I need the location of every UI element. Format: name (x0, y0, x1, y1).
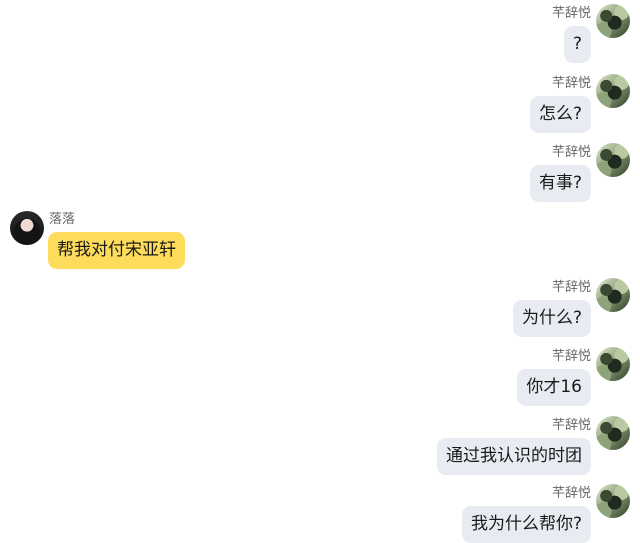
message-bubble[interactable]: 你才16 (517, 369, 591, 406)
user-avatar-icon[interactable] (596, 278, 630, 312)
message-bubble[interactable]: 怎么? (529, 96, 591, 133)
message-bubble[interactable]: 有事? (529, 165, 591, 202)
sender-name: 芊辞悦 (551, 418, 591, 433)
sender-name: 芊辞悦 (551, 486, 591, 501)
message-bubble[interactable]: 为什么? (512, 300, 591, 337)
user-avatar-icon[interactable] (596, 484, 630, 518)
user-avatar-icon[interactable] (596, 4, 630, 38)
message-bubble[interactable]: 帮我对付宋亚轩 (48, 232, 185, 269)
user-avatar-icon[interactable] (596, 74, 630, 108)
sender-name: 芊辞悦 (551, 349, 591, 364)
message-bubble[interactable]: 通过我认识的时团 (437, 438, 591, 475)
contact-avatar-icon[interactable] (10, 211, 44, 245)
sender-name: 芊辞悦 (551, 280, 591, 295)
user-avatar-icon[interactable] (596, 143, 630, 177)
sender-name: 落落 (49, 212, 76, 227)
user-avatar-icon[interactable] (596, 416, 630, 450)
user-avatar-icon[interactable] (596, 347, 630, 381)
sender-name: 芊辞悦 (551, 145, 591, 160)
message-bubble[interactable]: ? (563, 26, 591, 63)
sender-name: 芊辞悦 (551, 76, 591, 91)
message-bubble[interactable]: 我为什么帮你? (461, 506, 591, 543)
sender-name: 芊辞悦 (551, 6, 591, 21)
